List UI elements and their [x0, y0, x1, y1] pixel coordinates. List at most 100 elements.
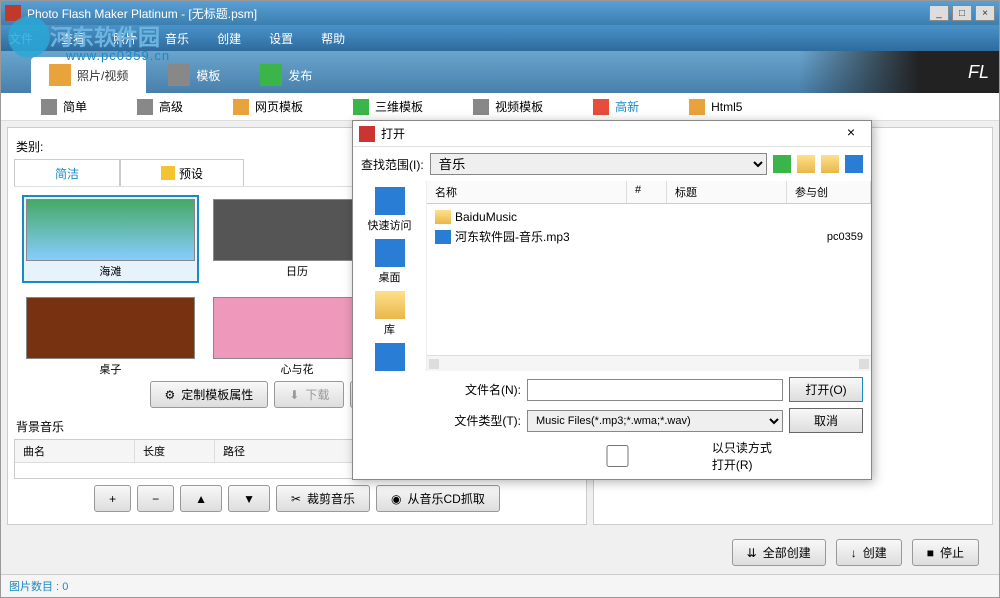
menubar: 文件 查看 照片 音乐 创建 设置 帮助: [1, 25, 999, 51]
col-artist[interactable]: 参与创: [787, 181, 871, 203]
new-icon: [593, 99, 609, 115]
audio-icon: [435, 230, 451, 244]
gear-icon: ⚙: [165, 388, 176, 402]
cd-icon: ◉: [391, 492, 401, 506]
bottom-bar: ⇊全部创建 ↓创建 ■停止: [1, 531, 999, 574]
thumb-beach[interactable]: 海滩: [22, 195, 199, 283]
open-dialog: 打开 × 查找范围(I): 音乐 快速访问 桌面 库 此电脑 网络 名称 # 标…: [352, 120, 872, 480]
tab-publish-label: 发布: [288, 67, 312, 84]
stop-button[interactable]: ■停止: [912, 539, 979, 566]
template-icon: [168, 64, 190, 86]
menu-help[interactable]: 帮助: [321, 30, 345, 47]
col-title[interactable]: 标题: [667, 181, 787, 203]
dialog-titlebar: 打开 ×: [353, 121, 871, 147]
down-icon: ↓: [851, 546, 857, 560]
new-folder-icon[interactable]: [821, 155, 839, 173]
dialog-title: 打开: [381, 125, 405, 142]
publish-icon: [260, 64, 282, 86]
double-down-icon: ⇊: [747, 546, 757, 560]
subtab-3d[interactable]: 三维模板: [343, 94, 433, 119]
readonly-label: 以只读方式打开(R): [712, 439, 783, 473]
open-button[interactable]: 打开(O): [789, 377, 863, 402]
star-icon: [161, 166, 175, 180]
filename-label: 文件名(N):: [441, 381, 521, 398]
customize-button[interactable]: ⚙定制模板属性: [150, 381, 269, 408]
trim-music-button[interactable]: ✂裁剪音乐: [276, 485, 370, 512]
close-button[interactable]: ×: [975, 5, 995, 21]
menu-create[interactable]: 创建: [217, 30, 241, 47]
subtab-new[interactable]: 高新: [583, 94, 649, 119]
col-filename[interactable]: 名称: [427, 181, 627, 203]
watermark-logo: [4, 14, 54, 60]
back-icon[interactable]: [773, 155, 791, 173]
col-name: 曲名: [15, 440, 135, 462]
cat-tab-preset[interactable]: 预设: [120, 159, 244, 186]
place-thispc[interactable]: 此电脑: [360, 343, 420, 371]
threed-icon: [353, 99, 369, 115]
file-row-mp3[interactable]: 河东软件园-音乐.mp3pc0359: [431, 226, 867, 247]
filename-input[interactable]: [527, 379, 783, 401]
download-button[interactable]: ⬇下载: [274, 381, 344, 408]
video-icon: [473, 99, 489, 115]
cat-tab-simple[interactable]: 简洁: [14, 159, 120, 186]
cancel-button[interactable]: 取消: [789, 408, 863, 433]
create-button[interactable]: ↓创建: [836, 539, 902, 566]
move-down-button[interactable]: ▼: [228, 485, 270, 512]
desktop-icon: [375, 239, 405, 267]
lookin-label: 查找范围(I):: [361, 156, 424, 173]
up-folder-icon[interactable]: [797, 155, 815, 173]
plus-icon: +: [109, 492, 116, 506]
file-list[interactable]: BaiduMusic 河东软件园-音乐.mp3pc0359: [427, 204, 871, 355]
thumb-desk[interactable]: 桌子: [22, 293, 199, 375]
place-quick[interactable]: 快速访问: [360, 187, 420, 233]
view-menu-icon[interactable]: [845, 155, 863, 173]
scissors-icon: ✂: [291, 492, 301, 506]
main-tabs: 照片/视频 模板 发布 FL: [1, 51, 999, 93]
tab-photo-video[interactable]: 照片/视频: [31, 57, 146, 93]
simple-icon: [41, 99, 57, 115]
photo-icon: [49, 64, 71, 86]
subtab-video[interactable]: 视频模板: [463, 94, 553, 119]
sub-tabs: 简单 高级 网页模板 三维模板 视频模板 高新 Html5: [1, 93, 999, 121]
place-desktop[interactable]: 桌面: [360, 239, 420, 285]
quick-icon: [375, 187, 405, 215]
stop-icon: ■: [927, 546, 934, 560]
create-all-button[interactable]: ⇊全部创建: [732, 539, 826, 566]
subtab-html5[interactable]: Html5: [679, 95, 752, 119]
file-list-area: 名称 # 标题 参与创 BaiduMusic 河东软件园-音乐.mp3pc035…: [427, 181, 871, 371]
filetype-select[interactable]: Music Files(*.mp3;*.wma;*.wav): [527, 410, 783, 432]
lookin-select[interactable]: 音乐: [430, 153, 767, 175]
readonly-checkbox[interactable]: [527, 445, 708, 467]
minimize-button[interactable]: _: [929, 5, 949, 21]
titlebar: Photo Flash Maker Platinum - [无标题.psm] _…: [1, 1, 999, 25]
tab-template[interactable]: 模板: [150, 57, 238, 93]
filetype-label: 文件类型(T):: [441, 412, 521, 429]
subtab-web[interactable]: 网页模板: [223, 94, 313, 119]
subtab-simple[interactable]: 简单: [31, 94, 97, 119]
window-title: Photo Flash Maker Platinum - [无标题.psm]: [27, 5, 257, 22]
move-up-button[interactable]: ▲: [180, 485, 222, 512]
menu-photo[interactable]: 照片: [113, 30, 137, 47]
col-length: 长度: [135, 440, 215, 462]
subtab-advanced[interactable]: 高级: [127, 94, 193, 119]
menu-music[interactable]: 音乐: [165, 30, 189, 47]
menu-view[interactable]: 查看: [61, 30, 85, 47]
download-icon: ⬇: [289, 388, 299, 402]
col-num[interactable]: #: [627, 181, 667, 203]
file-row-folder[interactable]: BaiduMusic: [431, 208, 867, 226]
cd-rip-button[interactable]: ◉从音乐CD抓取: [376, 485, 500, 512]
pc-icon: [375, 343, 405, 371]
places-bar: 快速访问 桌面 库 此电脑 网络: [353, 181, 427, 371]
tab-photo-video-label: 照片/视频: [77, 67, 128, 84]
minus-icon: −: [152, 492, 159, 506]
maximize-button[interactable]: □: [952, 5, 972, 21]
add-music-button[interactable]: +: [94, 485, 131, 512]
remove-music-button[interactable]: −: [137, 485, 174, 512]
image-count: 0: [62, 581, 68, 593]
place-libraries[interactable]: 库: [360, 291, 420, 337]
libraries-icon: [375, 291, 405, 319]
tab-publish[interactable]: 发布: [242, 57, 330, 93]
menu-settings[interactable]: 设置: [269, 30, 293, 47]
horizontal-scrollbar[interactable]: [427, 355, 871, 371]
dialog-close-button[interactable]: ×: [837, 124, 865, 144]
